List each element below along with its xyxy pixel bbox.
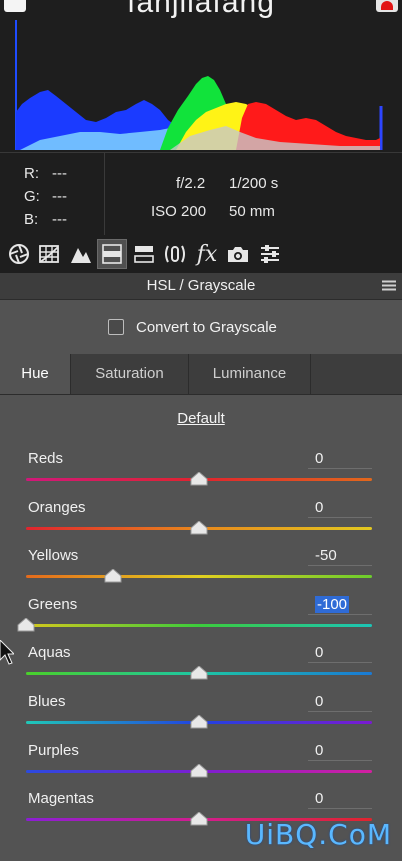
slider-value-yellows[interactable]: -50 (308, 546, 372, 567)
slider-thumb-reds[interactable] (190, 472, 208, 486)
slider-track-yellows[interactable] (26, 575, 372, 579)
blue-readout: B: --- (24, 211, 67, 228)
panel-tabs-toolbar: fx (0, 235, 402, 273)
rgb-readout: R: --- G: --- B: --- (0, 153, 105, 235)
hsl-tabs: Hue Saturation Luminance (0, 354, 402, 395)
split-toning-icon[interactable] (129, 239, 159, 269)
aperture-value: f/2.2 (176, 175, 206, 192)
effects-fx-icon[interactable]: fx (192, 239, 222, 269)
slider-value-reds[interactable]: 0 (308, 449, 372, 469)
slider-label-reds: Reds (28, 450, 64, 467)
tab-hue[interactable]: Hue (0, 354, 70, 394)
default-button[interactable]: Default (0, 410, 402, 427)
slider-value-greens[interactable]: -100 (308, 595, 372, 615)
slider-label-purples: Purples (28, 741, 79, 759)
convert-to-grayscale-label: Convert to Grayscale (136, 318, 277, 336)
slider-label-magentas: Magentas (28, 790, 94, 808)
slider-thumb-greens[interactable] (17, 617, 35, 632)
slider-thumb-magentas[interactable] (190, 812, 208, 826)
slider-value-oranges[interactable]: 0 (308, 498, 372, 518)
iso-value: ISO 200 (151, 203, 207, 220)
basic-aperture-icon[interactable] (4, 239, 34, 269)
watermark-logo: UiBQ.CoM (244, 818, 392, 851)
mouse-cursor-icon (0, 640, 14, 665)
lens-corrections-icon[interactable] (160, 239, 190, 269)
convert-to-grayscale-row[interactable]: Convert to Grayscale (108, 316, 277, 338)
panel-menu-icon[interactable] (382, 280, 396, 292)
slider-thumb-aquas[interactable] (190, 666, 208, 680)
tab-saturation[interactable]: Saturation (71, 354, 188, 394)
tab-luminance[interactable]: Luminance (189, 354, 310, 394)
green-readout: G: --- (24, 188, 67, 205)
slider-label-oranges: Oranges (28, 498, 86, 516)
slider-label-blues: Blues (28, 693, 66, 710)
focal-length-value: 50 mm (229, 203, 275, 220)
tone-curve-grid-icon[interactable] (34, 239, 64, 269)
hsl-grayscale-icon[interactable] (97, 239, 127, 269)
shutter-value: 1/200 s (229, 175, 279, 192)
slider-label-aquas: Aquas (28, 644, 71, 662)
histogram-graph (0, 20, 402, 152)
slider-thumb-oranges[interactable] (190, 520, 208, 535)
slider-label-yellows: Yellows (28, 547, 79, 565)
slider-value-magentas[interactable]: 0 (308, 789, 372, 810)
camera-raw-panel: fanjilafang R: --- G: --- B: --- f/2.2 1… (0, 0, 402, 861)
slider-value-purples[interactable]: 0 (308, 741, 372, 761)
red-readout: R: --- (24, 165, 67, 182)
slider-label-greens: Greens (28, 595, 78, 613)
convert-to-grayscale-checkbox[interactable] (108, 319, 124, 335)
panel-header: HSL / Grayscale (0, 273, 402, 300)
histogram: fanjilafang (0, 0, 402, 152)
slider-thumb-blues[interactable] (190, 715, 208, 729)
presets-sliders-icon[interactable] (255, 239, 285, 269)
image-info-readout: R: --- G: --- B: --- f/2.2 1/200 s ISO 200 … (0, 152, 402, 235)
panel-title: HSL / Grayscale (146, 277, 256, 294)
slider-value-aquas[interactable]: 0 (308, 643, 372, 664)
slider-value-blues[interactable]: 0 (308, 692, 372, 712)
slider-thumb-yellows[interactable] (104, 569, 122, 583)
camera-calibration-icon[interactable] (223, 239, 253, 269)
detail-mountains-icon[interactable] (66, 239, 96, 269)
slider-thumb-purples[interactable] (190, 763, 208, 778)
slider-track-greens[interactable] (26, 623, 372, 627)
